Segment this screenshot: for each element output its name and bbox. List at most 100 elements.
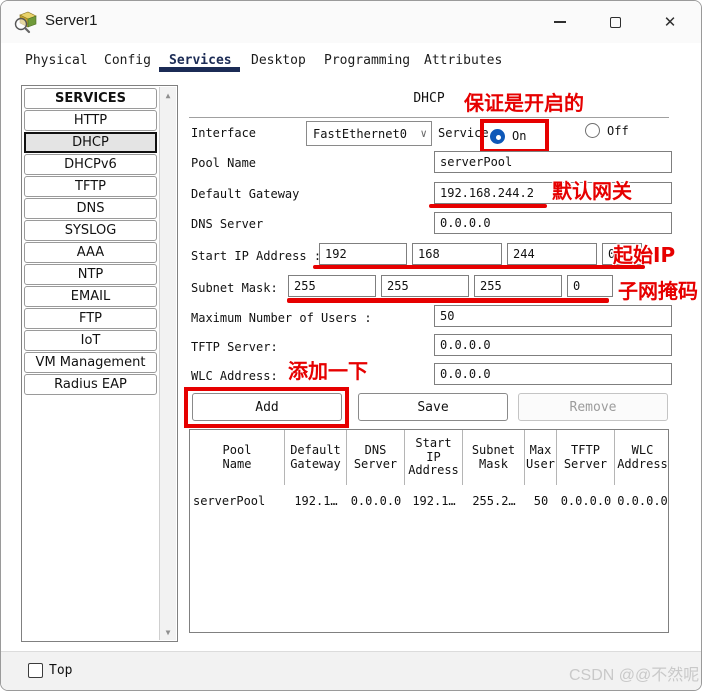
sidebar-item-ntp[interactable]: NTP [24, 264, 157, 285]
interface-dropdown[interactable]: FastEthernet0 ∨ [306, 121, 432, 146]
tftp-server-label: TFTP Server: [191, 340, 278, 354]
service-on-radio[interactable] [490, 128, 505, 144]
service-off-group: Off [585, 123, 629, 138]
close-icon: ✕ [663, 12, 677, 31]
tab-config[interactable]: Config [104, 53, 151, 68]
gateway-underline-mark [429, 204, 547, 208]
col-max-user: Max User [525, 430, 557, 485]
service-on-label: On [512, 129, 527, 143]
tab-bar: Physical Config Services Desktop Program… [1, 43, 701, 76]
pool-name-input[interactable]: serverPool [434, 151, 672, 173]
col-dns-server: DNS Server [347, 430, 405, 485]
col-pool-name: Pool Name [190, 430, 285, 485]
sidebar-item-radius-eap[interactable]: Radius EAP [24, 374, 157, 395]
maximize-button[interactable] [599, 9, 631, 35]
sidebar-item-iot[interactable]: IoT [24, 330, 157, 351]
tab-programming[interactable]: Programming [324, 53, 410, 68]
annotation-service-on: 保证是开启的 [464, 91, 584, 115]
tab-desktop[interactable]: Desktop [251, 53, 306, 68]
cell-tftp-server: 0.0.0.0 [560, 494, 612, 508]
section-divider [189, 117, 669, 118]
sidebar-item-vm-management[interactable]: VM Management [24, 352, 157, 373]
start-ip-octet-1[interactable]: 192 [319, 243, 407, 265]
pool-name-label: Pool Name [191, 156, 257, 170]
top-checkbox[interactable] [28, 663, 43, 678]
dns-server-input[interactable]: 0.0.0.0 [434, 212, 672, 234]
window-title: Server1 [45, 12, 98, 29]
sidebar-item-ftp[interactable]: FTP [24, 308, 157, 329]
chevron-down-icon: ∨ [420, 127, 427, 140]
dhcp-section-title: DHCP [413, 91, 445, 106]
active-tab-underline [159, 67, 240, 72]
sidebar-item-email[interactable]: EMAIL [24, 286, 157, 307]
close-button[interactable]: ✕ [654, 9, 686, 35]
tab-physical[interactable]: Physical [25, 53, 88, 68]
annotation-subnet-mask: 子网掩码 [618, 279, 698, 303]
remove-button[interactable]: Remove [518, 393, 668, 421]
services-panel: SERVICES HTTP DHCP DHCPv6 TFTP DNS SYSLO… [1, 76, 701, 651]
subnet-mask-octet-3[interactable]: 255 [474, 275, 562, 297]
minimize-icon [554, 21, 566, 23]
dhcp-pool-table: Pool Name Default Gateway DNS Server Sta… [189, 429, 669, 633]
col-wlc-address: WLC Address [617, 442, 668, 471]
scroll-up-icon[interactable]: ▲ [160, 87, 176, 103]
sidebar-item-syslog[interactable]: SYSLOG [24, 220, 157, 241]
cell-max-user: 50 [533, 494, 549, 508]
add-button[interactable]: Add [192, 393, 342, 421]
tftp-server-input[interactable]: 0.0.0.0 [434, 334, 672, 356]
sidebar-item-aaa[interactable]: AAA [24, 242, 157, 263]
max-users-input[interactable]: 50 [434, 305, 672, 327]
packet-tracer-device-icon [14, 11, 37, 34]
cell-dns-server: 0.0.0.0 [350, 494, 402, 508]
top-checkbox-label: Top [49, 663, 73, 678]
cell-default-gateway: 192.1… [294, 494, 338, 508]
scroll-down-icon[interactable]: ▼ [160, 624, 176, 640]
subnet-mask-octet-2[interactable]: 255 [381, 275, 469, 297]
wlc-address-input[interactable]: 0.0.0.0 [434, 363, 672, 385]
col-subnet-mask: Subnet Mask [463, 430, 525, 485]
col-start-ip: Start IP Address [405, 430, 463, 485]
col-default-gateway: Default Gateway [285, 430, 347, 485]
footer-bar: Top CSDN @@不然呢 [1, 651, 701, 690]
annotation-add: 添加一下 [288, 359, 368, 383]
service-on-highlight-box: On [480, 119, 549, 153]
cell-start-ip: 192.1… [412, 494, 456, 508]
server-dialog-window: Server1 ✕ Physical Config Services Deskt… [0, 0, 702, 691]
default-gateway-label: Default Gateway [191, 187, 300, 201]
pool-table-row-serverpool[interactable]: serverPool 192.1… 0.0.0.0 192.1… 255.2… … [190, 490, 668, 512]
sidebar-header-services: SERVICES [24, 88, 157, 109]
start-ip-underline-mark [313, 265, 645, 269]
sidebar-scrollbar[interactable]: ▲ ▼ [159, 87, 176, 640]
start-ip-octet-3[interactable]: 244 [507, 243, 597, 265]
max-users-label: Maximum Number of Users : [191, 311, 372, 325]
start-ip-label: Start IP Address : [191, 249, 322, 263]
col-tftp-server: TFTP Server [557, 430, 615, 485]
subnet-mask-octet-1[interactable]: 255 [288, 275, 376, 297]
tab-attributes[interactable]: Attributes [424, 53, 502, 68]
service-off-radio[interactable] [585, 123, 600, 138]
cell-subnet-mask: 255.2… [472, 494, 516, 508]
wlc-address-label: WLC Address: [191, 369, 278, 383]
subnet-mask-label: Subnet Mask: [191, 281, 278, 295]
sidebar-item-dhcpv6[interactable]: DHCPv6 [24, 154, 157, 175]
sidebar-item-dhcp[interactable]: DHCP [24, 132, 157, 153]
cell-wlc-address: 0.0.0.0 [617, 494, 668, 508]
subnet-mask-octet-4[interactable]: 0 [567, 275, 613, 297]
csdn-watermark: CSDN @@不然呢 [569, 667, 700, 684]
interface-dropdown-value: FastEthernet0 [313, 126, 407, 141]
sidebar-item-dns[interactable]: DNS [24, 198, 157, 219]
services-sidebar: SERVICES HTTP DHCP DHCPv6 TFTP DNS SYSLO… [21, 85, 178, 642]
annotation-default-gateway: 默认网关 [552, 179, 632, 203]
sidebar-item-tftp[interactable]: TFTP [24, 176, 157, 197]
maximize-icon [609, 16, 621, 28]
dns-server-label: DNS Server [191, 217, 264, 231]
sidebar-item-http[interactable]: HTTP [24, 110, 157, 131]
minimize-button[interactable] [544, 9, 576, 35]
save-button[interactable]: Save [358, 393, 508, 421]
cell-pool-name: serverPool [193, 494, 266, 508]
tab-services[interactable]: Services [169, 53, 232, 68]
start-ip-octet-2[interactable]: 168 [412, 243, 502, 265]
interface-label: Interface [191, 126, 257, 140]
service-off-label: Off [607, 123, 629, 138]
title-bar: Server1 ✕ [1, 1, 701, 43]
